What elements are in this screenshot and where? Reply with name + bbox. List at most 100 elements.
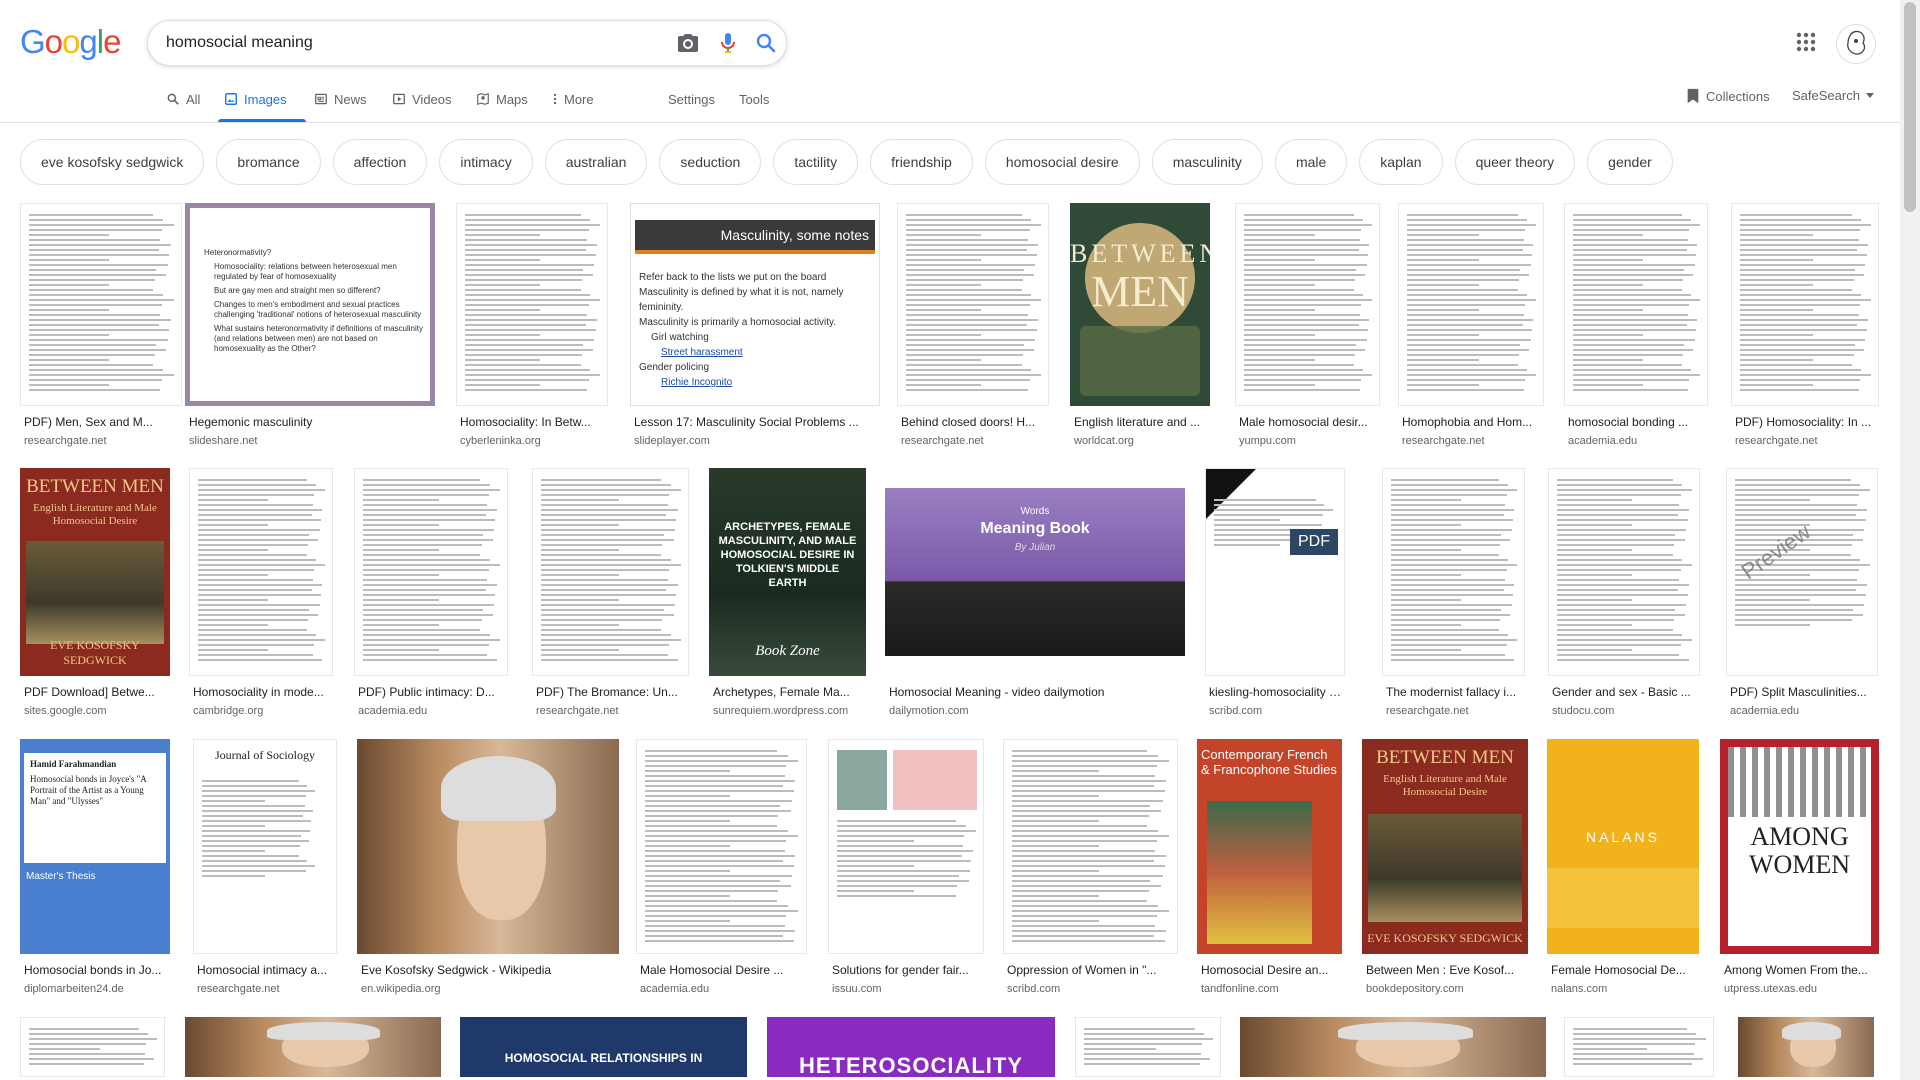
tab-more[interactable]: More bbox=[552, 88, 594, 122]
result-source[interactable]: cyberleninka.org bbox=[460, 435, 606, 447]
image-result[interactable]: Homosociality: In Betw... cyberleninka.or… bbox=[456, 203, 608, 447]
tab-news[interactable]: News bbox=[314, 88, 367, 122]
safesearch-dropdown[interactable]: SafeSearch bbox=[1792, 88, 1874, 103]
result-title[interactable]: The modernist fallacy i... bbox=[1386, 685, 1523, 699]
microphone-icon[interactable] bbox=[716, 31, 740, 55]
related-search-chip[interactable]: kaplan bbox=[1359, 139, 1443, 185]
result-title[interactable]: PDF) The Bromance: Un... bbox=[536, 685, 687, 699]
image-result[interactable]: BETWEEN MEN English Literature and Male H… bbox=[20, 468, 170, 717]
image-result[interactable]: Hamid Farahmandian Homosocial bonds in Jo… bbox=[20, 739, 170, 995]
tab-videos[interactable]: Videos bbox=[392, 88, 452, 122]
image-result[interactable]: PDF) Homosociality: In ... researchgate.n… bbox=[1731, 203, 1879, 447]
result-title[interactable]: Homosocial intimacy a... bbox=[197, 963, 335, 977]
result-source[interactable]: academia.edu bbox=[1568, 435, 1706, 447]
result-source[interactable]: sunrequiem.wordpress.com bbox=[713, 705, 864, 717]
image-result[interactable] bbox=[185, 1017, 441, 1077]
result-title[interactable]: Oppression of Women in "... bbox=[1007, 963, 1176, 977]
result-source[interactable]: yumpu.com bbox=[1239, 435, 1378, 447]
result-title[interactable]: PDF) Homosociality: In ... bbox=[1735, 415, 1877, 429]
result-source[interactable]: academia.edu bbox=[640, 983, 805, 995]
related-search-chip[interactable]: tactility bbox=[773, 139, 859, 185]
image-result[interactable]: BETWEEN MEN English Literature and Male H… bbox=[1362, 739, 1528, 995]
result-title[interactable]: English literature and ... bbox=[1074, 415, 1208, 429]
result-source[interactable]: diplomarbeiten24.de bbox=[24, 983, 168, 995]
image-result[interactable]: Male Homosocial Desire ... academia.edu bbox=[636, 739, 807, 995]
result-title[interactable]: kiesling-homosociality | ... bbox=[1209, 685, 1343, 699]
result-title[interactable]: Male Homosocial Desire ... bbox=[640, 963, 805, 977]
result-title[interactable]: PDF) Men, Sex and M... bbox=[24, 415, 180, 429]
related-search-chip[interactable]: queer theory bbox=[1454, 139, 1576, 185]
result-title[interactable]: Male homosocial desir... bbox=[1239, 415, 1378, 429]
result-source[interactable]: researchgate.net bbox=[536, 705, 687, 717]
camera-icon[interactable] bbox=[676, 31, 700, 55]
image-result[interactable] bbox=[1564, 1017, 1714, 1077]
result-title[interactable]: Gender and sex - Basic ... bbox=[1552, 685, 1698, 699]
image-result[interactable] bbox=[1075, 1017, 1221, 1077]
result-title[interactable]: Among Women From the... bbox=[1724, 963, 1877, 977]
image-result[interactable]: PDF) Public intimacy: D... academia.edu bbox=[354, 468, 508, 717]
result-source[interactable]: scribd.com bbox=[1007, 983, 1176, 995]
result-source[interactable]: researchgate.net bbox=[1735, 435, 1877, 447]
result-title[interactable]: Archetypes, Female Ma... bbox=[713, 685, 864, 699]
result-source[interactable]: nalans.com bbox=[1551, 983, 1697, 995]
related-search-chip[interactable]: male bbox=[1274, 139, 1348, 185]
image-result[interactable]: Words Meaning Book By Julian Homosocial Mea… bbox=[885, 468, 1185, 717]
result-source[interactable]: studocu.com bbox=[1552, 705, 1698, 717]
image-result[interactable] bbox=[20, 1017, 165, 1077]
image-result[interactable]: AMONG WOMEN Among Women From the... utpress… bbox=[1720, 739, 1879, 995]
image-result[interactable]: Journal of Sociology Homosocial intimacy … bbox=[193, 739, 337, 995]
image-result[interactable]: BETWEEN MEN English literature and ... worl… bbox=[1070, 203, 1210, 447]
result-source[interactable]: scribd.com bbox=[1209, 705, 1343, 717]
related-search-chip[interactable]: seduction bbox=[659, 139, 762, 185]
collections-link[interactable]: Collections bbox=[1686, 88, 1770, 104]
image-result[interactable]: Masculinity, some notes Refer back to the… bbox=[630, 203, 880, 447]
related-search-chip[interactable]: eve kosofsky sedgwick bbox=[20, 139, 205, 185]
result-source[interactable]: utpress.utexas.edu bbox=[1724, 983, 1877, 995]
image-result[interactable]: PDF kiesling-homosociality | ... scribd.co… bbox=[1205, 468, 1345, 717]
result-title[interactable]: Hegemonic masculinity bbox=[189, 415, 433, 429]
apps-grid-icon[interactable] bbox=[1794, 30, 1818, 54]
tab-all[interactable]: All bbox=[166, 88, 200, 122]
related-search-chip[interactable]: bromance bbox=[216, 139, 321, 185]
image-result[interactable] bbox=[1240, 1017, 1546, 1077]
search-box[interactable] bbox=[147, 20, 787, 66]
result-title[interactable]: Homosocial Meaning - video dailymotion bbox=[889, 685, 1183, 699]
image-result[interactable]: homosocial bonding ... academia.edu bbox=[1564, 203, 1708, 447]
image-result[interactable]: The modernist fallacy i... researchgate.n… bbox=[1382, 468, 1525, 717]
account-avatar[interactable] bbox=[1836, 24, 1876, 64]
result-source[interactable]: en.wikipedia.org bbox=[361, 983, 617, 995]
image-result[interactable]: Gender and sex - Basic ... studocu.com bbox=[1548, 468, 1700, 717]
result-source[interactable]: sites.google.com bbox=[24, 705, 168, 717]
result-source[interactable]: tandfonline.com bbox=[1201, 983, 1340, 995]
result-source[interactable]: academia.edu bbox=[358, 705, 506, 717]
result-source[interactable]: researchgate.net bbox=[901, 435, 1047, 447]
tab-images[interactable]: Images bbox=[218, 88, 306, 122]
scrollbar-thumb[interactable] bbox=[1904, 2, 1916, 212]
image-result[interactable]: Oppression of Women in "... scribd.com bbox=[1003, 739, 1178, 995]
result-title[interactable]: Homosocial bonds in Jo... bbox=[24, 963, 168, 977]
result-source[interactable]: researchgate.net bbox=[24, 435, 180, 447]
result-title[interactable]: PDF Download] Betwe... bbox=[24, 685, 168, 699]
result-source[interactable]: cambridge.org bbox=[193, 705, 331, 717]
image-result[interactable]: Eve Kosofsky Sedgwick - Wikipedia en.wiki… bbox=[357, 739, 619, 995]
related-search-chip[interactable]: australian bbox=[544, 139, 648, 185]
image-result[interactable]: Behind closed doors! H... researchgate.ne… bbox=[897, 203, 1049, 447]
tools-link[interactable]: Tools bbox=[739, 88, 769, 122]
image-result[interactable]: PDF) Men, Sex and M... researchgate.net bbox=[20, 203, 182, 447]
image-result[interactable]: HOMOSOCIAL RELATIONSHIPS IN bbox=[460, 1017, 747, 1077]
image-result[interactable]: Male homosocial desir... yumpu.com bbox=[1235, 203, 1380, 447]
result-title[interactable]: PDF) Public intimacy: D... bbox=[358, 685, 506, 699]
result-title[interactable]: Between Men : Eve Kosof... bbox=[1366, 963, 1526, 977]
image-result[interactable]: Homophobia and Hom... researchgate.net bbox=[1398, 203, 1544, 447]
related-search-chip[interactable]: intimacy bbox=[439, 139, 533, 185]
image-result[interactable]: Homosociality in mode... cambridge.org bbox=[189, 468, 333, 717]
google-logo[interactable]: Google bbox=[20, 24, 121, 60]
image-result[interactable]: Contemporary French & Francophone Studie… bbox=[1197, 739, 1342, 995]
result-title[interactable]: Solutions for gender fair... bbox=[832, 963, 982, 977]
result-title[interactable]: Eve Kosofsky Sedgwick - Wikipedia bbox=[361, 963, 617, 977]
image-result[interactable]: Solutions for gender fair... issuu.com bbox=[828, 739, 984, 995]
image-result[interactable]: Preview PDF) Split Masculinities... academ… bbox=[1726, 468, 1878, 717]
search-input[interactable] bbox=[166, 21, 626, 65]
result-source[interactable]: dailymotion.com bbox=[889, 705, 1183, 717]
image-result[interactable]: PDF) The Bromance: Un... researchgate.net bbox=[532, 468, 689, 717]
